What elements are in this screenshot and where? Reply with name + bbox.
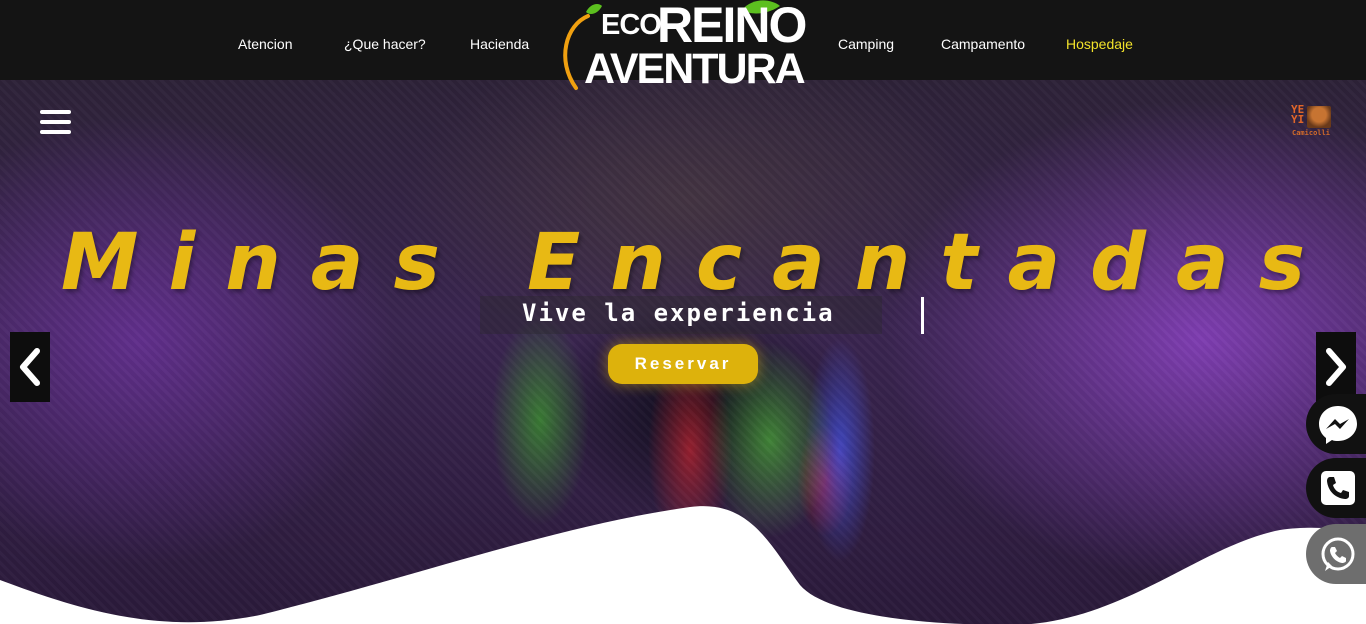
messenger-icon (1319, 406, 1357, 444)
nav-link-que-hacer[interactable]: ¿Que hacer? (344, 36, 426, 52)
nav-link-hacienda[interactable]: Hacienda (470, 36, 529, 52)
badge-caption: Camicolli (1292, 129, 1330, 137)
whatsapp-button[interactable] (1306, 524, 1366, 584)
slider-prev-button[interactable] (10, 332, 50, 402)
hero-bottom-wave (0, 506, 1366, 624)
logo-text-eco: ECO (601, 9, 662, 41)
reservar-button[interactable]: Reservar (608, 344, 758, 384)
whatsapp-icon (1321, 537, 1355, 571)
hero-subtitle: Vive la experiencia (522, 299, 835, 327)
chevron-left-icon (20, 348, 40, 386)
site-logo[interactable]: ECO REINO AVENTURA (556, 0, 812, 96)
slider-next-button[interactable] (1316, 332, 1356, 402)
nav-link-hospedaje[interactable]: Hospedaje (1066, 36, 1133, 52)
phone-icon (1321, 471, 1355, 505)
badge-text-bottom: YI (1291, 113, 1305, 126)
partner-badge: YE YI Camicolli (1290, 104, 1332, 140)
hero-slider: YE YI Camicolli Minas Encantadas Vive la… (0, 80, 1366, 624)
chevron-right-icon (1326, 348, 1346, 386)
nav-link-atencion[interactable]: Atencion (238, 36, 292, 52)
phone-button[interactable] (1306, 458, 1366, 518)
hamburger-menu-icon[interactable] (40, 110, 72, 136)
nav-link-campamento[interactable]: Campamento (941, 36, 1025, 52)
logo-text-aventura: AVENTURA (584, 45, 806, 93)
nav-link-camping[interactable]: Camping (838, 36, 894, 52)
typing-cursor (921, 297, 924, 334)
messenger-button[interactable] (1306, 394, 1366, 454)
badge-photo (1307, 106, 1331, 128)
hero-title: Minas Encantadas (60, 218, 1336, 308)
